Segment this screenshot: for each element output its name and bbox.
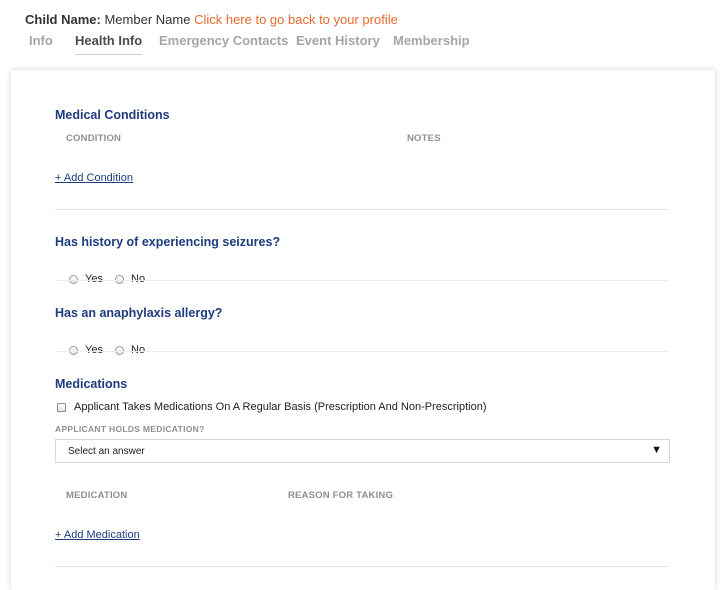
seizures-no-radio[interactable]: No: [115, 273, 145, 285]
radio-circle-icon[interactable]: [115, 274, 124, 284]
medication-column-header: MEDICATION: [66, 490, 128, 501]
seizures-yes-radio[interactable]: Yes: [69, 273, 103, 285]
select-value: Select an answer: [68, 446, 145, 457]
medical-conditions-title: Medical Conditions: [55, 108, 170, 122]
tab-health-info[interactable]: Health Info: [75, 33, 143, 55]
divider: [55, 566, 669, 567]
member-name: Member Name: [104, 12, 191, 27]
takes-medications-label: Applicant Takes Medications On A Regular…: [74, 401, 487, 413]
back-to-profile-link[interactable]: Click here to go back to your profile: [194, 12, 398, 27]
holds-medication-label: APPLICANT HOLDS MEDICATION?: [55, 424, 205, 434]
add-condition-link[interactable]: + Add Condition: [55, 172, 133, 184]
seizures-question: Has history of experiencing seizures?: [55, 235, 281, 249]
child-name-header: Child Name: Member Name Click here to go…: [25, 12, 398, 27]
health-info-card: Medical Conditions CONDITION NOTES + Add…: [11, 70, 715, 590]
tab-event-history[interactable]: Event History: [296, 33, 380, 54]
anaphylaxis-yes-label: Yes: [85, 344, 103, 356]
tab-info[interactable]: Info: [29, 33, 53, 54]
radio-circle-icon[interactable]: [69, 274, 78, 284]
anaphylaxis-no-radio[interactable]: No: [115, 344, 145, 356]
checkbox-icon[interactable]: [57, 402, 66, 412]
radio-circle-icon[interactable]: [69, 345, 78, 355]
triangle-down-icon[interactable]: ▼: [651, 444, 662, 456]
child-name-label: Child Name:: [25, 12, 101, 27]
anaphylaxis-no-label: No: [131, 344, 146, 356]
takes-medications-checkbox[interactable]: Applicant Takes Medications On A Regular…: [57, 401, 487, 413]
divider: [55, 280, 669, 281]
add-medication-link[interactable]: + Add Medication: [55, 529, 140, 541]
seizures-no-label: No: [131, 273, 146, 285]
holds-medication-select[interactable]: Select an answer ▼: [55, 439, 670, 463]
anaphylaxis-yes-radio[interactable]: Yes: [69, 344, 103, 356]
medications-title: Medications: [55, 377, 128, 391]
condition-column-header: CONDITION: [66, 133, 122, 144]
seizures-yes-label: Yes: [85, 273, 103, 285]
tab-emergency-contacts[interactable]: Emergency Contacts: [159, 33, 288, 54]
divider: [55, 209, 669, 210]
divider: [55, 351, 669, 352]
tab-membership[interactable]: Membership: [393, 33, 470, 54]
anaphylaxis-question: Has an anaphylaxis allergy?: [55, 306, 223, 320]
reason-column-header: REASON FOR TAKING: [288, 490, 394, 501]
radio-circle-icon[interactable]: [115, 345, 124, 355]
notes-column-header: NOTES: [407, 133, 441, 144]
